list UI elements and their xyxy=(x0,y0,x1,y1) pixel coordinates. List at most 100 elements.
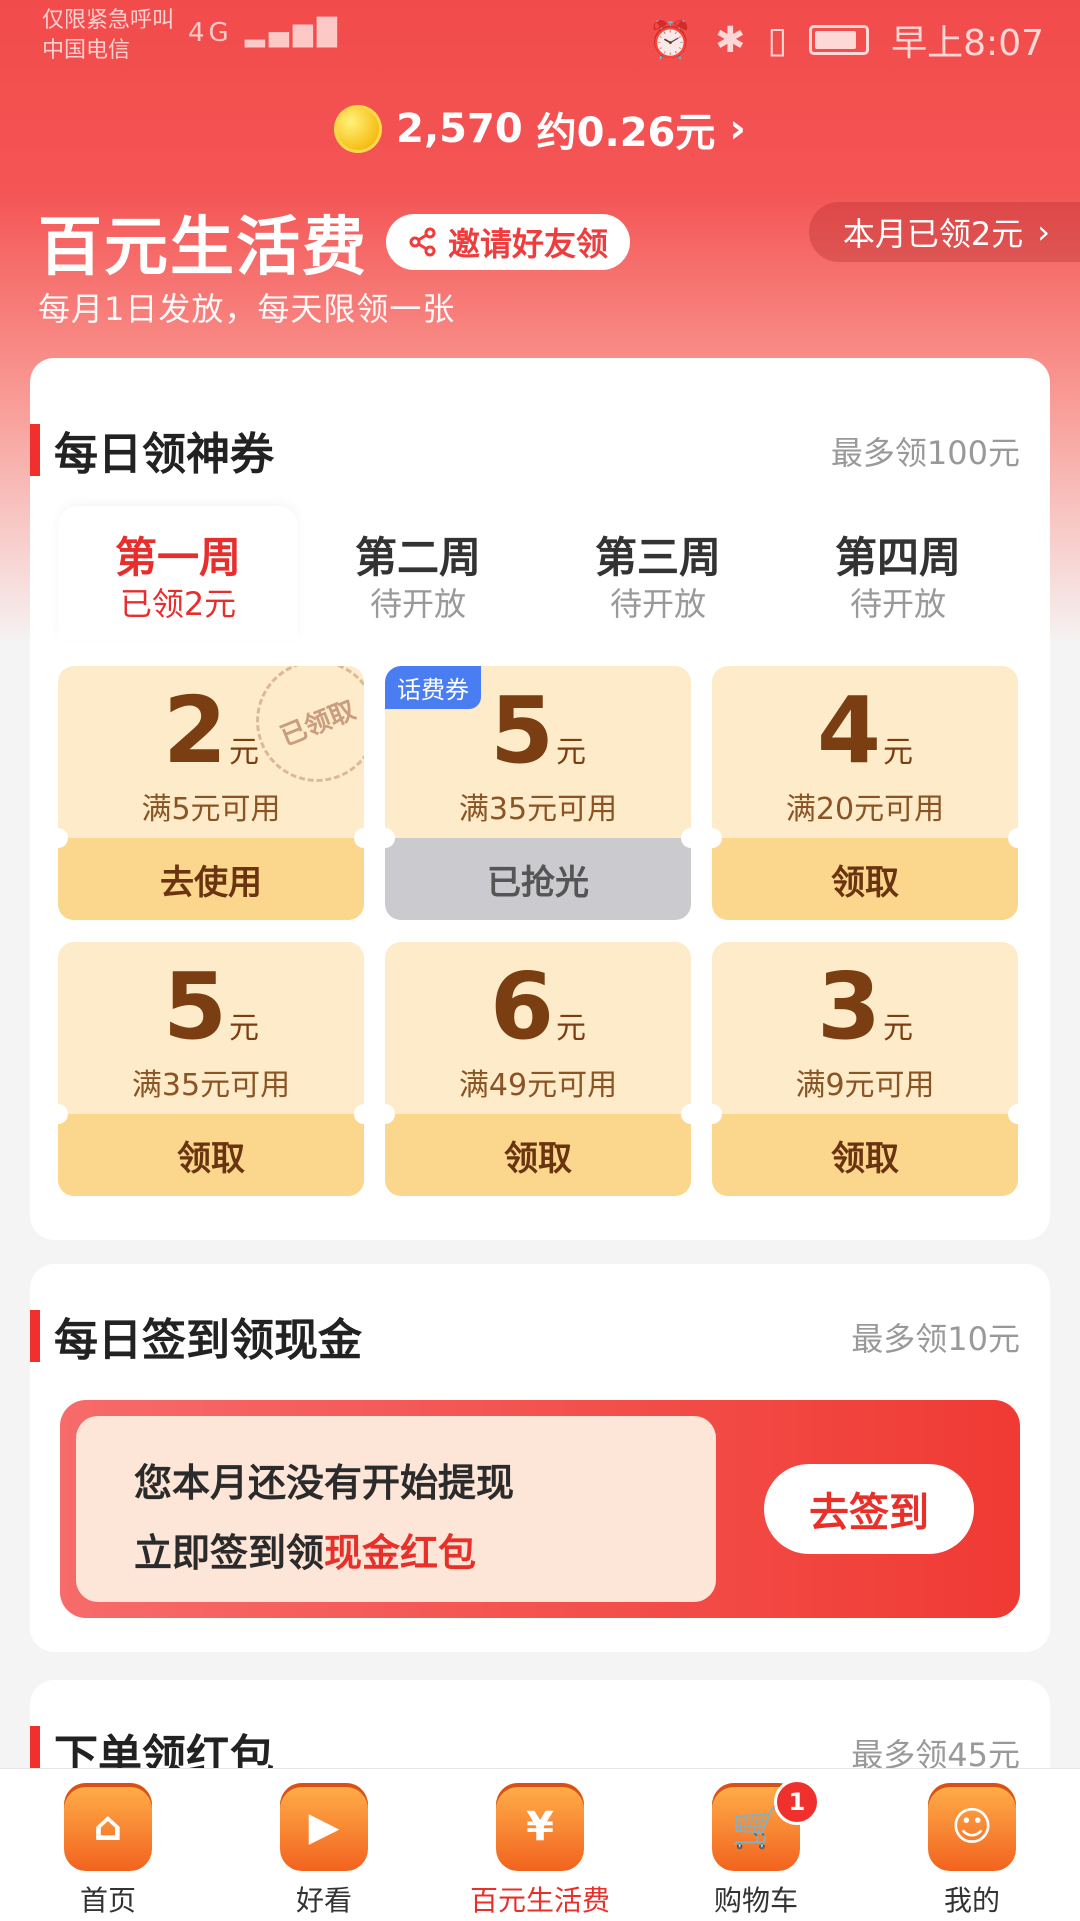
tab-label: 首页 xyxy=(79,1884,136,1917)
tab-week-2[interactable]: 第二周 待开放 xyxy=(298,506,538,640)
tab-week-1[interactable]: 第一周 已领2元 xyxy=(58,506,298,640)
claim-coupon-button[interactable]: 领取 xyxy=(712,838,1018,920)
carrier-text: 中国电信 xyxy=(42,38,131,63)
coupon-body: 2元 满5元可用 xyxy=(58,666,364,838)
week-name: 第三周 xyxy=(594,533,721,582)
share-icon xyxy=(409,227,436,257)
section-accent-bar xyxy=(30,1310,40,1362)
coupon-grid: 已领取 2元 满5元可用 去使用 话费券 5元 满35元可用 已抢光 4元 满2… xyxy=(58,666,1018,1196)
coupon-condition: 满35元可用 xyxy=(458,792,618,827)
coupon-condition: 满49元可用 xyxy=(458,1068,618,1103)
tab-label: 我的 xyxy=(943,1884,1000,1917)
week-tabs: 第一周 已领2元 第二周 待开放 第三周 待开放 第四周 待开放 xyxy=(58,506,1018,640)
monthly-label: 本月已领2元 xyxy=(842,215,1024,253)
tab-week-4[interactable]: 第四周 待开放 xyxy=(778,506,1018,640)
coupon-condition: 满5元可用 xyxy=(141,792,281,827)
sold-out-button[interactable]: 已抢光 xyxy=(385,838,691,920)
section-title: 每日领神券 xyxy=(54,429,274,480)
tab-label: 好看 xyxy=(295,1884,352,1917)
network-type: 4G xyxy=(188,18,233,48)
coupon-card: 6元 满49元可用 领取 xyxy=(385,942,691,1196)
vibrate-icon: ▯ xyxy=(767,19,788,61)
week-status: 待开放 xyxy=(609,585,706,623)
coupon-card: 3元 满9元可用 领取 xyxy=(712,942,1018,1196)
bluetooth-icon: ✱ xyxy=(715,19,746,61)
amount-unit: 元 xyxy=(229,1011,259,1046)
video-icon: ▶ xyxy=(280,1783,368,1871)
status-left: 仅限紧急呼叫 中国电信 xyxy=(42,6,174,66)
cash-line-2: 立即签到领现金红包 xyxy=(134,1522,476,1577)
coupon-condition: 满35元可用 xyxy=(131,1068,291,1103)
page-subtitle: 每月1日发放，每天限领一张 xyxy=(38,290,456,328)
cart-count-badge: 1 xyxy=(774,1779,820,1825)
section-header: 每日签到领现金 最多领10元 xyxy=(30,1304,1050,1366)
bottom-tab-bar: ⌂ 首页 ▶ 好看 ¥ 百元生活费 1 🛒 购物车 ☺ 我的 xyxy=(0,1768,1080,1921)
amount-value: 2 xyxy=(162,677,227,784)
week-name: 第四周 xyxy=(834,533,961,582)
use-coupon-button[interactable]: 去使用 xyxy=(58,838,364,920)
home-icon: ⌂ xyxy=(64,1783,152,1871)
coupon-card: 4元 满20元可用 领取 xyxy=(712,666,1018,920)
cash-line-prefix: 立即签到领 xyxy=(134,1531,325,1575)
cash-banner: 您本月还没有开始提现 立即签到领现金红包 去签到 xyxy=(60,1400,1020,1618)
claim-coupon-button[interactable]: 领取 xyxy=(385,1114,691,1196)
coupon-body: 4元 满20元可用 xyxy=(712,666,1018,838)
alarm-icon: ⏰ xyxy=(648,20,694,61)
claim-coupon-button[interactable]: 领取 xyxy=(712,1114,1018,1196)
emergency-text: 仅限紧急呼叫 xyxy=(42,8,175,33)
amount-unit: 元 xyxy=(556,735,586,770)
amount-value: 4 xyxy=(816,677,881,784)
coupon-card: 话费券 5元 满35元可用 已抢光 xyxy=(385,666,691,920)
amount-value: 5 xyxy=(162,953,227,1060)
tab-cart[interactable]: 1 🛒 购物车 xyxy=(648,1769,864,1921)
week-status: 待开放 xyxy=(849,585,946,623)
section-note: 最多领10元 xyxy=(851,1320,1020,1358)
header-title-row: 百元生活费 邀请好友领 xyxy=(38,196,631,288)
phone-bill-tag: 话费券 xyxy=(385,666,481,709)
amount-value: 5 xyxy=(489,677,554,784)
amount-unit: 元 xyxy=(883,735,913,770)
section-header: 每日领神券 最多领100元 xyxy=(30,418,1050,480)
coin-count: 2,570 xyxy=(396,106,523,152)
coupon-condition: 满9元可用 xyxy=(795,1068,935,1103)
claim-coupon-button[interactable]: 领取 xyxy=(58,1114,364,1196)
section-note: 最多领100元 xyxy=(830,434,1020,472)
amount-value: 3 xyxy=(816,953,881,1060)
cash-line-highlight: 现金红包 xyxy=(324,1531,477,1575)
tab-week-3[interactable]: 第三周 待开放 xyxy=(538,506,778,640)
amount-unit: 元 xyxy=(556,1011,586,1046)
profile-icon: ☺ xyxy=(928,1783,1016,1871)
page-title: 百元生活费 xyxy=(38,211,368,285)
invite-friends-button[interactable]: 邀请好友领 xyxy=(386,214,631,270)
daily-checkin-card: 每日签到领现金 最多领10元 您本月还没有开始提现 立即签到领现金红包 去签到 xyxy=(30,1264,1050,1652)
coupon-body: 3元 满9元可用 xyxy=(712,942,1018,1114)
tab-label: 购物车 xyxy=(713,1884,798,1917)
coupon-card: 已领取 2元 满5元可用 去使用 xyxy=(58,666,364,920)
signal-icons: 4G ▂▄▆█ xyxy=(188,18,341,48)
section-title: 每日签到领现金 xyxy=(54,1315,362,1366)
tab-video[interactable]: ▶ 好看 xyxy=(216,1769,432,1921)
coupon-condition: 满20元可用 xyxy=(785,792,945,827)
section-accent-bar xyxy=(30,424,40,476)
week-status: 已领2元 xyxy=(119,585,237,623)
amount-value: 6 xyxy=(489,953,554,1060)
tab-home[interactable]: ⌂ 首页 xyxy=(0,1769,216,1921)
check-in-button[interactable]: 去签到 xyxy=(764,1464,974,1554)
coupon-body: 5元 满35元可用 xyxy=(58,942,364,1114)
tab-profile[interactable]: ☺ 我的 xyxy=(864,1769,1080,1921)
tab-label: 百元生活费 xyxy=(469,1884,610,1917)
battery-icon xyxy=(809,25,870,55)
amount-unit: 元 xyxy=(229,735,259,770)
coupon-card: 5元 满35元可用 领取 xyxy=(58,942,364,1196)
week-status: 待开放 xyxy=(369,585,466,623)
monthly-claimed-button[interactable]: 本月已领2元 › xyxy=(808,202,1080,262)
status-bar: 仅限紧急呼叫 中国电信 4G ▂▄▆█ ⏰ ✱ ▯ 早上8:07 xyxy=(0,0,1080,80)
amount-unit: 元 xyxy=(883,1011,913,1046)
cash-message-box: 您本月还没有开始提现 立即签到领现金红包 xyxy=(76,1416,716,1602)
invite-label: 邀请好友领 xyxy=(448,225,609,263)
signal-icon: ▂▄▆█ xyxy=(244,18,341,48)
coupon-body: 6元 满49元可用 xyxy=(385,942,691,1114)
tab-living-allowance[interactable]: ¥ 百元生活费 xyxy=(432,1769,648,1921)
chevron-right-icon: › xyxy=(1037,213,1050,251)
coin-bar[interactable]: 2,570 约0.26元 › xyxy=(0,100,1080,158)
